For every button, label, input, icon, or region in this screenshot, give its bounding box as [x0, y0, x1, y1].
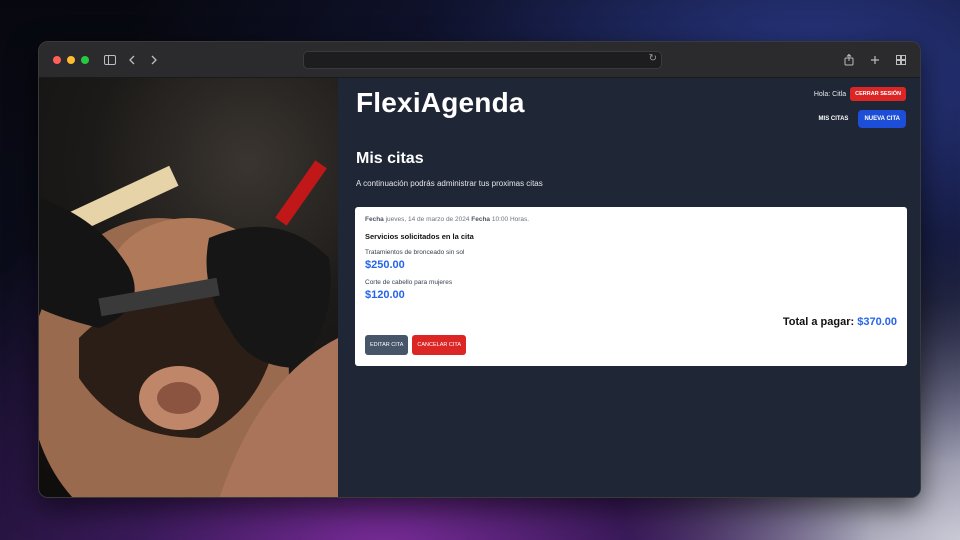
address-bar[interactable]: ↻ — [303, 51, 662, 69]
service-name: Tratamientos de bronceado sin sol — [365, 249, 465, 256]
maximize-window-icon[interactable] — [81, 55, 89, 64]
services-title: Servicios solicitados en la cita — [365, 232, 474, 241]
minimize-window-icon[interactable] — [67, 55, 75, 64]
service-price: $250.00 — [365, 259, 405, 271]
new-appointment-button[interactable]: NUEVA CITA — [858, 110, 906, 128]
barber-photo — [39, 78, 338, 497]
close-window-icon[interactable] — [53, 55, 61, 64]
window-controls — [53, 55, 89, 64]
back-icon[interactable] — [123, 51, 141, 69]
page-title: Mis citas — [356, 150, 424, 167]
total-label: Total a pagar: — [782, 316, 855, 328]
date-label: Fecha — [365, 216, 384, 223]
tab-overview-icon[interactable] — [892, 51, 910, 69]
total-amount: Total a pagar: $370.00 — [783, 316, 897, 328]
my-appointments-link[interactable]: MIS CITAS — [819, 116, 849, 122]
logout-button[interactable]: CERRAR SESIÓN — [850, 87, 906, 101]
service-name: Corte de cabello para mujeres — [365, 279, 453, 286]
reload-icon[interactable]: ↻ — [649, 53, 657, 64]
browser-toolbar: ↻ — [39, 42, 920, 78]
service-item: Tratamientos de bronceado sin sol $250.0… — [365, 249, 897, 271]
brand-logo[interactable]: FlexiAgenda — [356, 87, 525, 119]
time-label: Fecha — [471, 216, 491, 223]
share-icon[interactable] — [840, 51, 858, 69]
user-nav: Hola: Citla CERRAR SESIÓN MIS CITAS NUEV… — [814, 87, 906, 128]
date-value: jueves, 14 de marzo de 2024 — [385, 216, 470, 223]
appointment-actions: EDITAR CITA CANCELAR CITA — [365, 335, 467, 355]
main-panel: FlexiAgenda Hola: Citla CERRAR SESIÓN MI… — [338, 78, 920, 497]
appointment-card: Fecha jueves, 14 de marzo de 2024 Fecha … — [355, 207, 907, 366]
appointment-datetime: Fecha jueves, 14 de marzo de 2024 Fecha … — [365, 216, 897, 223]
browser-window: ↻ FlexiAgenda Hola: Citla CERRAR SESIÓN … — [38, 41, 921, 498]
barber-illustration — [39, 160, 338, 497]
page-subtitle: A continuación podrás administrar tus pr… — [356, 179, 543, 188]
greeting-text: Hola: Citla — [813, 90, 847, 98]
time-value: 10:00 Horas. — [491, 216, 530, 223]
service-price: $120.00 — [365, 289, 405, 301]
new-tab-icon[interactable] — [866, 51, 884, 69]
edit-appointment-button[interactable]: EDITAR CITA — [365, 335, 409, 355]
cancel-appointment-button[interactable]: CANCELAR CITA — [412, 335, 467, 355]
service-item: Corte de cabello para mujeres $120.00 — [365, 279, 897, 301]
sidebar-icon[interactable] — [101, 51, 119, 69]
total-value: $370.00 — [857, 316, 897, 328]
forward-icon[interactable] — [145, 51, 163, 69]
